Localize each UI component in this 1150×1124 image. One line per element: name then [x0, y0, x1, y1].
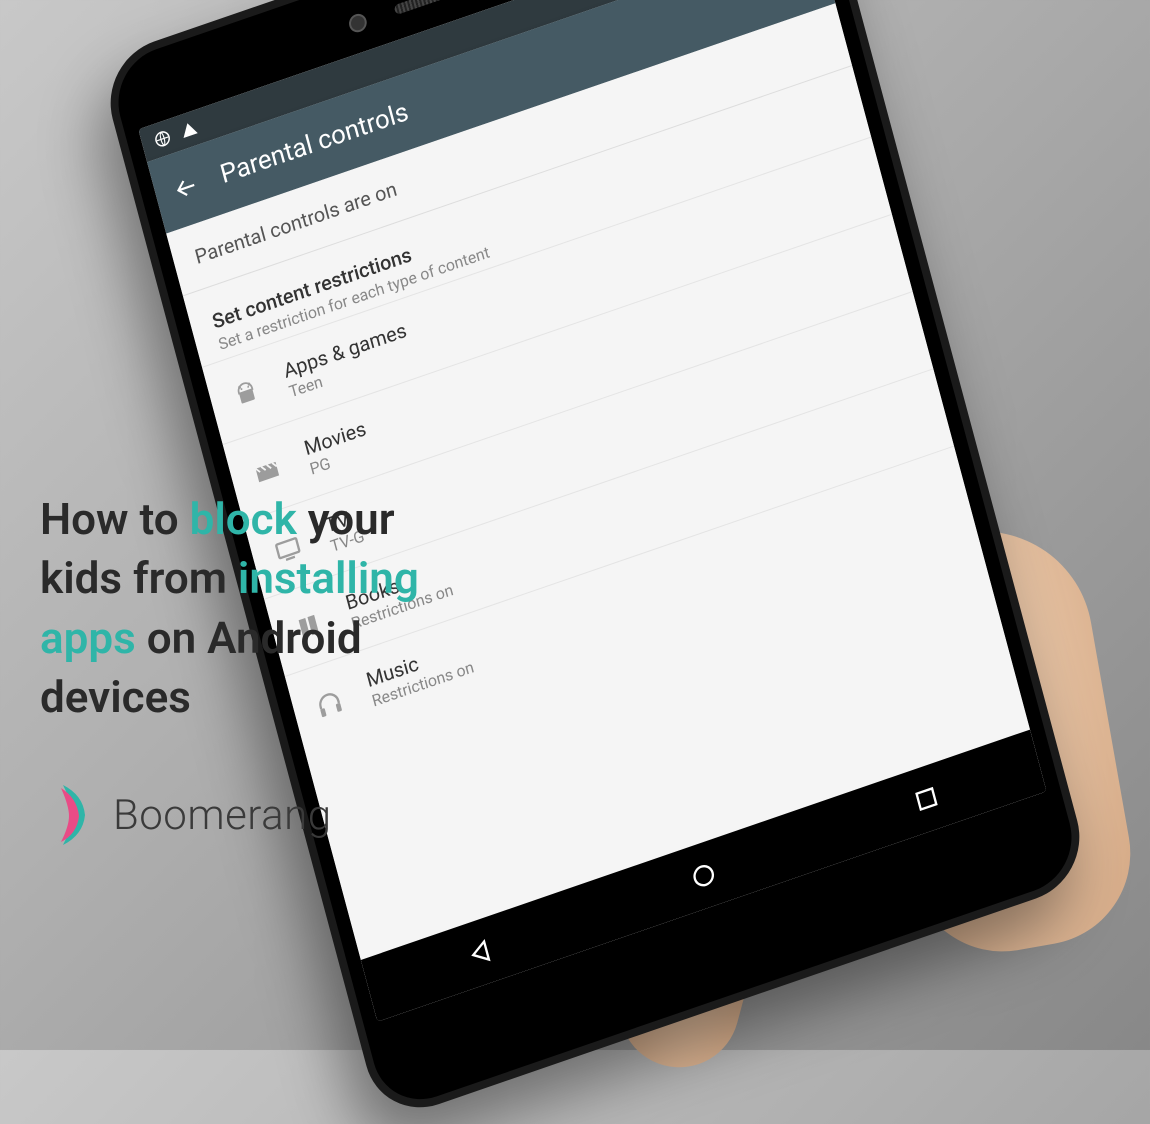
android-icon	[230, 376, 264, 412]
back-arrow-icon[interactable]	[170, 171, 201, 205]
movie-icon	[250, 453, 284, 489]
front-camera-icon	[347, 11, 369, 34]
headline-accent-1: block	[190, 493, 297, 545]
warning-icon	[178, 118, 200, 141]
nav-recents-icon[interactable]	[910, 781, 944, 817]
boomerang-logo: Boomerang	[55, 780, 332, 850]
nav-back-icon[interactable]	[464, 934, 498, 970]
headline: How to block your kids from installing a…	[40, 490, 440, 728]
nav-home-icon[interactable]	[687, 858, 721, 894]
headline-text-1: How to	[40, 493, 190, 545]
network-icon	[152, 127, 174, 150]
speaker-grille-icon	[394, 0, 472, 15]
boomerang-mark-icon	[55, 780, 95, 850]
boomerang-wordmark: Boomerang	[113, 791, 332, 840]
